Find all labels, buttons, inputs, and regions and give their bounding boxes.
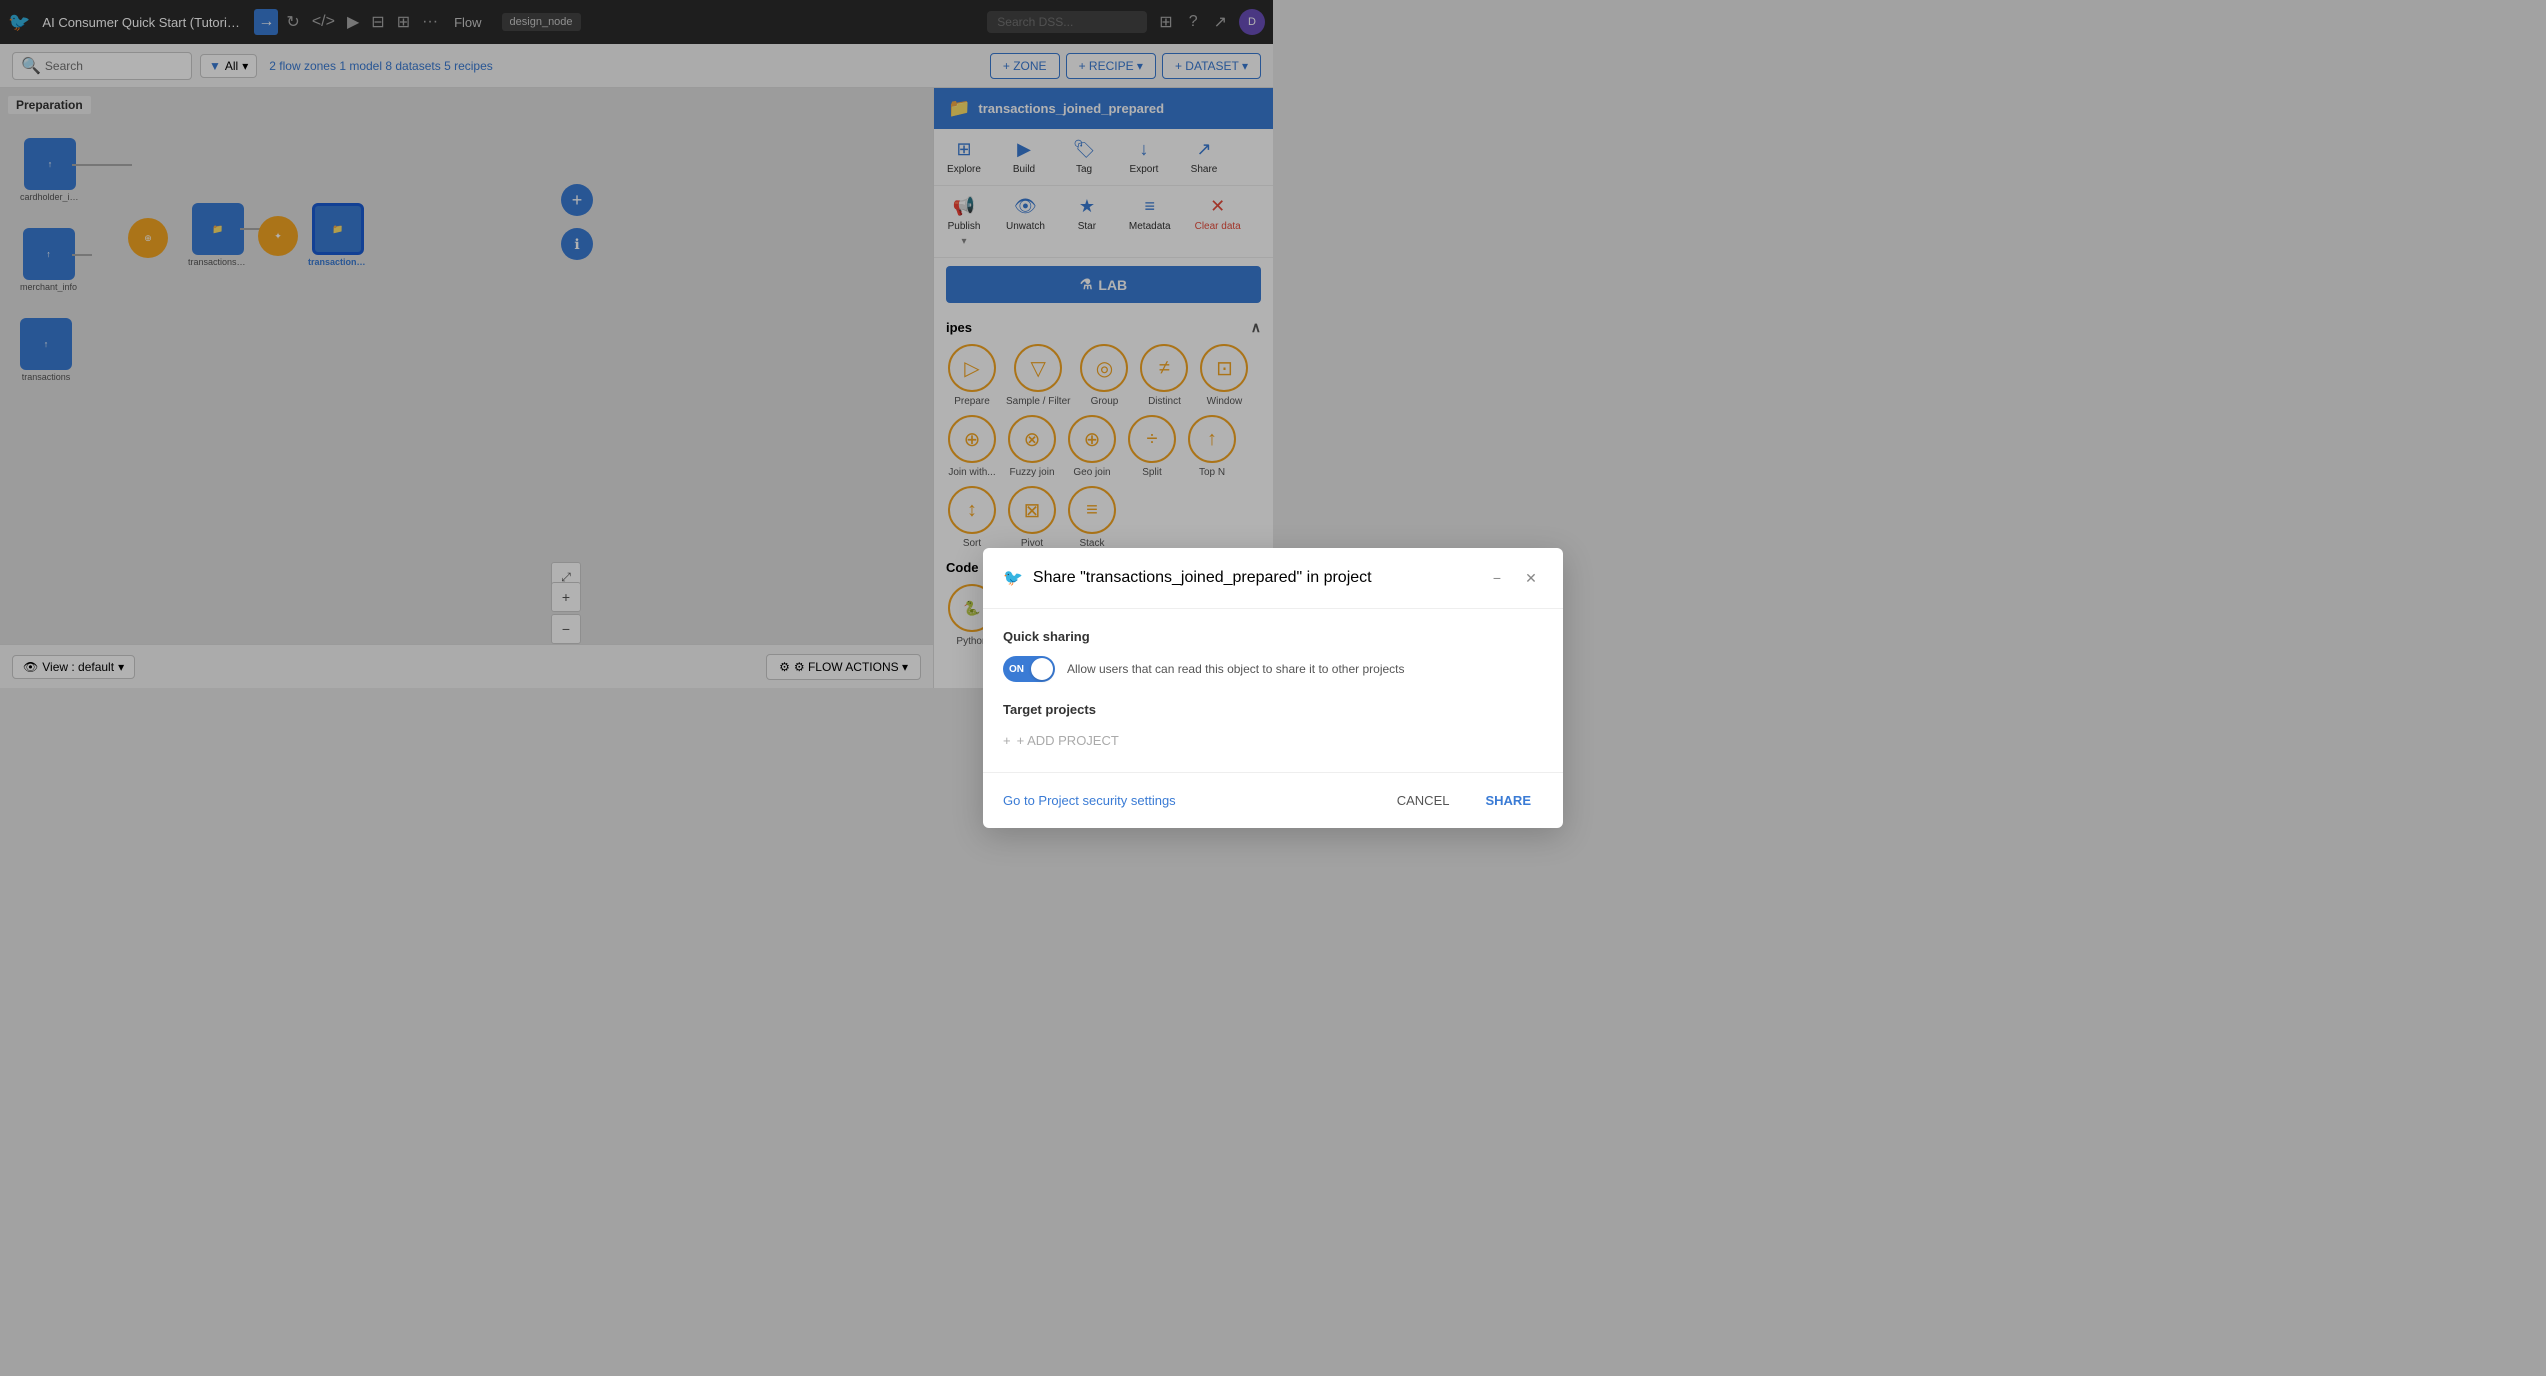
modal-minimize-button[interactable]: − bbox=[1485, 566, 1509, 590]
target-projects-label: Target projects bbox=[1003, 702, 1543, 717]
quick-sharing-toggle[interactable]: ON bbox=[1003, 656, 1055, 682]
modal-title: Share "transactions_joined_prepared" in … bbox=[1033, 569, 1475, 587]
quick-sharing-label: Quick sharing bbox=[1003, 629, 1543, 644]
modal-close-button[interactable]: ✕ bbox=[1519, 566, 1543, 590]
quick-sharing-description: Allow users that can read this object to… bbox=[1067, 662, 1405, 676]
share-modal: 🐦 Share "transactions_joined_prepared" i… bbox=[983, 548, 1563, 828]
modal-footer: Go to Project security settings CANCEL S… bbox=[983, 772, 1563, 828]
modal-body: Quick sharing ON Allow users that can re… bbox=[983, 609, 1563, 772]
add-project-plus-icon: + bbox=[1003, 733, 1011, 748]
modal-logo-icon: 🐦 bbox=[1003, 568, 1023, 588]
share-confirm-button[interactable]: SHARE bbox=[1473, 787, 1543, 814]
add-project-label: + ADD PROJECT bbox=[1017, 733, 1119, 748]
toggle-on-label: ON bbox=[1009, 664, 1024, 675]
add-project-button[interactable]: + + ADD PROJECT bbox=[1003, 729, 1543, 752]
modal-header: 🐦 Share "transactions_joined_prepared" i… bbox=[983, 548, 1563, 609]
toggle-row: ON Allow users that can read this object… bbox=[1003, 656, 1543, 682]
cancel-button[interactable]: CANCEL bbox=[1385, 787, 1462, 814]
main-layout: Preparation → ↑ cardholder_info ↑ mercha… bbox=[0, 88, 1273, 688]
toggle-knob bbox=[1031, 658, 1053, 680]
go-to-settings-link[interactable]: Go to Project security settings bbox=[1003, 793, 1176, 808]
footer-buttons: CANCEL SHARE bbox=[1385, 787, 1543, 814]
modal-overlay[interactable]: 🐦 Share "transactions_joined_prepared" i… bbox=[0, 0, 2546, 1376]
